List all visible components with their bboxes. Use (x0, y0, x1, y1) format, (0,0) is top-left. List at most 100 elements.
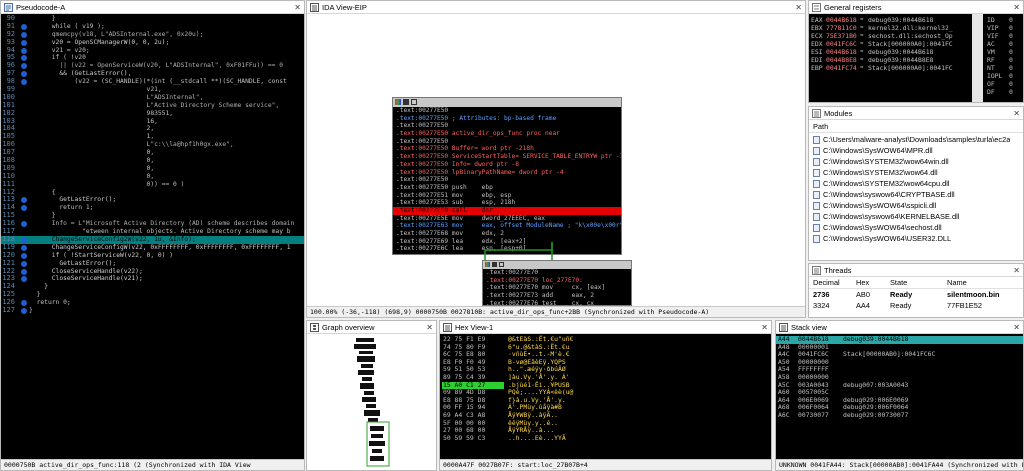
code-line[interactable]: 105 1, (1, 132, 304, 141)
register-value[interactable]: 0041FC74 (826, 64, 860, 72)
jump-arrow-icon[interactable]: ➡ (860, 64, 868, 72)
grid-icon[interactable] (411, 99, 417, 105)
module-row[interactable]: C:\Windows\SYSTEM32\wow64win.dll (809, 156, 1023, 167)
ida-view-title-bar[interactable]: IDA View-EIP ✕ (307, 1, 805, 14)
breakpoint-dot-icon[interactable] (21, 55, 27, 62)
register-value[interactable]: 0044B618 (826, 16, 860, 24)
jump-arrow-icon[interactable]: ➡ (860, 56, 868, 64)
breakpoint-dot-icon[interactable] (21, 39, 27, 46)
register-value[interactable]: 0044B618 (826, 48, 860, 56)
breakpoint-dot-icon[interactable] (21, 31, 27, 38)
code-line[interactable]: 116 Info = L"Microsoft Active Directory … (1, 219, 304, 228)
code-line[interactable]: 96 || (v22 = OpenServiceW(v20, L"ADSInte… (1, 61, 304, 70)
close-icon[interactable]: ✕ (795, 3, 802, 12)
flag-row[interactable]: IOPL 0 (987, 72, 1023, 80)
hex-row[interactable]: 59 51 50 53 h..".æéÿy·ðbúÄØ (442, 366, 771, 374)
stack-content[interactable]: A44 0044B618 debug039:0044B618 A48 00000001 A… (776, 334, 1023, 459)
code-line[interactable]: 114 return 1; (1, 203, 304, 212)
breakpoint-dot-icon[interactable] (21, 23, 27, 30)
code-line[interactable]: 91 while ( v19 ); (1, 22, 304, 31)
threads-col-state[interactable]: State (890, 277, 947, 288)
asm-line[interactable]: .text:00277E59 call dsr (393, 206, 621, 215)
hex-row[interactable]: 22 75 F1 E9 @&tEàS.:Ët.€u"uñ€ (442, 335, 771, 344)
flags-list[interactable]: ID 0 VIP 0 VIF 0 AC 0 VM 0 RF 0 NT 0 IOPL 0 OF 0 DF 0 (983, 14, 1023, 102)
flag-value[interactable]: 0 (1009, 40, 1013, 48)
code-line[interactable]: 115 } (1, 211, 304, 220)
modules-title-bar[interactable]: Modules ✕ (809, 107, 1023, 120)
flag-row[interactable]: ID 0 (987, 16, 1023, 24)
code-line[interactable]: 122 CloseServiceHandle(v22); (1, 267, 304, 276)
flag-value[interactable]: 0 (1009, 64, 1013, 72)
stack-title-bar[interactable]: Stack view ✕ (776, 321, 1023, 334)
breakpoint-dot-icon[interactable] (21, 63, 27, 70)
code-line[interactable]: 109 0, (1, 164, 304, 173)
breakpoint-dot-icon[interactable] (21, 47, 27, 54)
asm-line[interactable]: .text:00277E50 (393, 107, 621, 115)
color-icon[interactable] (485, 262, 490, 267)
jump-arrow-icon[interactable]: ➡ (860, 48, 868, 56)
jump-arrow-icon[interactable]: ➡ (860, 16, 868, 24)
code-line[interactable]: 121 GetLastError(); (1, 259, 304, 268)
hex-row[interactable]: 15 A0 C1 27 .bjùé1·Ëi..¥PUSB (442, 381, 771, 390)
code-line[interactable]: 123 CloseServiceHandle(v21); (1, 274, 304, 283)
close-icon[interactable]: ✕ (1013, 109, 1020, 118)
code-line[interactable]: 113 GetLastError(); (1, 196, 304, 204)
close-icon[interactable]: ✕ (1013, 3, 1020, 12)
jump-arrow-icon[interactable]: ➡ (860, 40, 868, 48)
asm-line[interactable]: .text:00277E50 lpBinaryPathName= dword p… (393, 169, 621, 177)
close-icon[interactable]: ✕ (761, 323, 768, 332)
flag-row[interactable]: RF 0 (987, 56, 1023, 64)
code-line[interactable]: 120 if ( !StartServiceW(v22, 0, 0) ) (1, 251, 304, 260)
asm-line[interactable]: .text:00277E63 mov eax, offset ModuleNam… (393, 222, 621, 230)
hex-row[interactable]: E8 88 75 D8 f}à.u.Vy.'Å'.y. (442, 396, 771, 405)
flag-value[interactable]: 0 (1009, 80, 1013, 88)
flag-row[interactable]: AC 0 (987, 40, 1023, 48)
code-line[interactable]: 111 0)) == 0 ) (1, 180, 304, 189)
flag-value[interactable]: 0 (1009, 24, 1013, 32)
flag-row[interactable]: NT 0 (987, 64, 1023, 72)
module-row[interactable]: C:\Windows\SysWOW64\MPR.dll (809, 145, 1023, 156)
code-line[interactable]: 92 qmemcpy(v18, L"ADSInternal.exe", 0x20… (1, 30, 304, 39)
asm-line[interactable]: .text:00277E73 add eax, 2 (483, 292, 631, 300)
hexview-title-bar[interactable]: Hex View-1 ✕ (440, 321, 771, 334)
register-row[interactable]: ECX 75E371B0 ➡ sechost.dll:sechost_Op (811, 32, 972, 40)
hex-row[interactable]: 69 A4 C3 A8 Åÿ¥WBÿ..àÿÃ.. (442, 411, 771, 420)
code-line[interactable]: 103 16, (1, 117, 304, 126)
asm-line[interactable]: .text:00277E50 (393, 122, 621, 130)
flag-value[interactable]: 0 (1009, 88, 1013, 96)
flag-value[interactable]: 0 (1009, 16, 1013, 24)
breakpoint-dot-icon[interactable] (21, 79, 27, 86)
asm-line[interactable]: .text:00277E5E mov dword_27EEEC, eax (393, 215, 621, 223)
code-line[interactable]: 94 v21 = v20; (1, 46, 304, 55)
stack-row[interactable]: A6C 00730077 debug029:00730077 (776, 411, 1023, 420)
module-row[interactable]: C:\Windows\SysWOW64\USER32.DLL (809, 233, 1023, 244)
code-line[interactable]: 93 v20 = OpenSCManagerW(0, 0, 2u); (1, 38, 304, 47)
threads-col-hex[interactable]: Hex (856, 277, 890, 288)
flag-row[interactable]: VIF 0 (987, 32, 1023, 40)
breakpoint-dot-icon[interactable] (21, 276, 27, 283)
flag-value[interactable]: 0 (1009, 56, 1013, 64)
asm-line[interactable]: .text:00277E50 (393, 176, 621, 184)
hex-row[interactable]: 50 59 59 C3 ..h....Eè...YYÃ (442, 434, 771, 443)
asm-line[interactable]: .text:00277E50 (393, 138, 621, 146)
threads-title-bar[interactable]: Threads ✕ (809, 264, 1023, 277)
flag-value[interactable]: 0 (1009, 48, 1013, 56)
breakpoint-dot-icon[interactable] (21, 300, 27, 307)
flag-row[interactable]: VM 0 (987, 48, 1023, 56)
graph-icon[interactable] (403, 99, 409, 105)
threads-col-name[interactable]: Name (947, 277, 967, 288)
register-value[interactable]: 0041FC6C (826, 40, 860, 48)
code-line[interactable]: 97 && (GetLastError(), (1, 69, 304, 78)
module-row[interactable]: C:\Windows\SysWOW64\sechost.dll (809, 222, 1023, 233)
hex-row[interactable]: 5F 00 00 00 ëêÿMùy.y..é.. (442, 419, 771, 428)
code-line[interactable]: 108 0, (1, 156, 304, 165)
flag-row[interactable]: DF 0 (987, 88, 1023, 96)
code-line[interactable]: 124 } (1, 282, 304, 291)
code-line[interactable]: 110 0, (1, 172, 304, 181)
hex-row[interactable]: 74 75 80 F9 6"u.@&tàS.:Ët.€u (442, 343, 771, 352)
flag-row[interactable]: OF 0 (987, 80, 1023, 88)
code-line[interactable]: 106 L"c:\\la@hpf1h0gx.exe", (1, 140, 304, 149)
breakpoint-dot-icon[interactable] (21, 205, 27, 212)
breakpoint-dot-icon[interactable] (21, 252, 27, 259)
code-line[interactable]: 117 "etween internal objects. Active Dir… (1, 227, 304, 236)
